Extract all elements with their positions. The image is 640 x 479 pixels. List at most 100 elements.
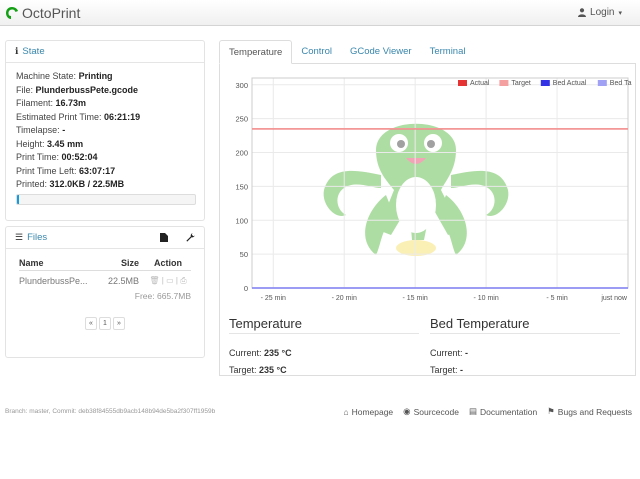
list-icon: ☰: [15, 232, 24, 242]
y-tick-label: 50: [240, 250, 248, 259]
y-tick-label: 100: [235, 216, 248, 225]
wrench-icon[interactable]: [186, 233, 195, 242]
state-row-file: File: PlunderbussPete.gcode: [16, 84, 194, 98]
github-icon: ◉: [403, 406, 411, 416]
state-value: 00:52:04: [61, 152, 98, 162]
documentation-link-label: Documentation: [480, 406, 538, 417]
state-label: Machine State:: [16, 71, 77, 81]
legend-swatch: [597, 80, 607, 86]
pagination-prev[interactable]: «: [85, 317, 97, 330]
main-tabs-area: Temperature Control GCode Viewer Termina…: [219, 40, 636, 376]
state-row-print-time-left: Print Time Left: 63:07:17: [16, 165, 194, 179]
temperature-tab-content: 0 50 100 150 200 250 300 - 25 min - 20 min - 15 m…: [219, 64, 636, 376]
pagination: « 1 »: [19, 317, 191, 330]
legend-label: Actual: [470, 80, 490, 87]
print-progress-fill: [17, 194, 20, 204]
flag-icon: ⚑: [547, 406, 555, 416]
home-icon: ⌂: [343, 406, 349, 417]
legend-swatch: [499, 80, 509, 86]
homepage-link-label: Homepage: [351, 406, 394, 417]
state-value: 16.73m: [55, 98, 87, 108]
file-icon[interactable]: [160, 233, 168, 242]
sourcecode-link-label: Sourcecode: [413, 406, 459, 417]
bed-target-label: Target:: [430, 365, 458, 375]
tool-temperature-title: Temperature: [229, 316, 419, 334]
state-value: -: [62, 125, 66, 135]
state-value: PlunderbussPete.gcode: [35, 84, 139, 95]
x-tick-label: - 10 min: [473, 295, 498, 302]
tab-temperature[interactable]: Temperature: [219, 40, 293, 64]
state-row-height: Height: 3.45 mm: [16, 138, 194, 152]
pagination-page[interactable]: 1: [99, 317, 111, 330]
state-label: File:: [16, 84, 34, 95]
trash-icon[interactable]: 🗑: [149, 276, 159, 285]
column-action: Action: [154, 257, 182, 268]
state-label: Filament:: [16, 98, 54, 108]
tool-current-label: Current:: [229, 348, 262, 358]
book-icon: ▤: [468, 406, 477, 416]
state-value: 312.0KB / 22.5MB: [49, 179, 125, 189]
state-value: 06:21:19: [104, 111, 141, 122]
state-value: 3.45 mm: [47, 138, 84, 149]
state-row-filament: Filament: 16.73m: [16, 97, 194, 111]
y-tick-label: 150: [235, 182, 248, 191]
tool-target-value: 235 °C: [259, 365, 287, 375]
bed-current-label: Current:: [430, 348, 463, 358]
login-dropdown[interactable]: Login ▾: [578, 7, 622, 18]
login-label: Login: [590, 7, 615, 18]
info-icon: ℹ: [15, 46, 19, 56]
navbar: OctoPrint Login ▾: [0, 0, 640, 26]
legend-swatch: [458, 80, 467, 86]
brand[interactable]: OctoPrint: [5, 4, 80, 22]
files-table-header: Name Size Action: [19, 255, 191, 271]
homepage-link[interactable]: ⌂ Homepage: [343, 406, 393, 417]
x-tick-label: - 25 min: [261, 295, 286, 302]
state-row-estimated-print-time: Estimated Print Time: 06:21:19: [16, 111, 194, 125]
bugs-link-label: Bugs and Requests: [557, 406, 632, 417]
file-name: PlunderbussPe...: [19, 276, 88, 286]
pagination-next[interactable]: »: [113, 317, 125, 330]
bed-temperature-title: Bed Temperature: [430, 316, 620, 334]
state-label: Printed:: [16, 179, 48, 189]
print-icon[interactable]: ⎙: [180, 276, 186, 285]
bugs-link[interactable]: ⚑ Bugs and Requests: [547, 406, 632, 417]
legend-label: Target: [511, 80, 531, 87]
folder-open-icon[interactable]: ▭: [166, 276, 174, 285]
tab-bar: Temperature Control GCode Viewer Termina…: [219, 40, 636, 64]
tab-control[interactable]: Control: [292, 40, 341, 63]
state-row-timelapse: Timelapse: -: [16, 124, 194, 138]
legend-swatch: [540, 80, 550, 86]
x-tick-label: - 5 min: [546, 295, 568, 302]
tab-gcode-viewer[interactable]: GCode Viewer: [341, 40, 421, 63]
state-label: Print Time Left:: [16, 165, 77, 176]
documentation-link[interactable]: ▤ Documentation: [469, 406, 537, 417]
bed-target-value: -: [460, 365, 464, 375]
x-tick-label: - 15 min: [403, 295, 428, 302]
chart-legend: Actual Target Bed Actual Bed Target: [458, 80, 632, 87]
state-row-printed: Printed: 312.0KB / 22.5MB: [16, 178, 194, 192]
state-title: State: [22, 46, 45, 57]
files-title: Files: [27, 232, 48, 243]
temperature-chart: 0 50 100 150 200 250 300 - 25 min - 20 min - 15 m…: [235, 77, 632, 302]
y-tick-label: 200: [235, 149, 248, 158]
tab-terminal[interactable]: Terminal: [421, 40, 475, 63]
commit-info: Branch: master, Commit: deb38f84555db9ac…: [5, 408, 216, 415]
x-tick-label: just now: [600, 295, 628, 302]
table-row[interactable]: PlunderbussPe... 22.5MB 🗑 | ▭ | ⎙: [19, 271, 191, 291]
state-label: Height:: [16, 138, 45, 149]
octoprint-watermark-icon: [323, 123, 509, 256]
state-value: 63:07:17: [79, 165, 116, 176]
sourcecode-link[interactable]: ◉ Sourcecode: [403, 406, 459, 417]
bed-temperature-section: Bed Temperature Current: - Target: -: [430, 316, 620, 375]
state-row-machine-state: Machine State: Printing: [16, 70, 194, 84]
y-tick-label: 250: [235, 115, 248, 124]
column-size: Size: [120, 257, 139, 268]
legend-label: Bed Actual: [553, 80, 587, 87]
state-panel: ℹ State Machine State: Printing File: Pl…: [5, 40, 205, 221]
user-icon: [578, 8, 587, 17]
state-panel-header[interactable]: ℹ State: [6, 41, 204, 63]
free-space: Free: 665.7MB: [134, 291, 191, 301]
column-name: Name: [19, 257, 44, 268]
files-panel-header[interactable]: ☰ Files: [6, 227, 204, 249]
octoprint-logo-icon: [6, 7, 18, 19]
